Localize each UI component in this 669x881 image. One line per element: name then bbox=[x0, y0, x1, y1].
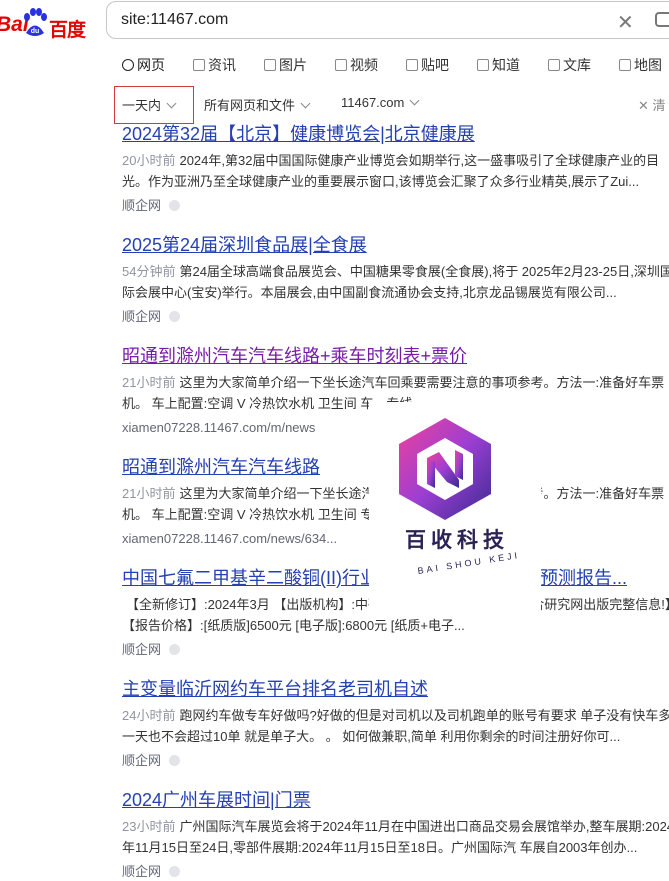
watermark: 百收科技 BAI SHOU KEJI bbox=[369, 402, 541, 612]
result-time: 21小时前 bbox=[122, 486, 176, 501]
clear-filters-button[interactable]: ✕ 清 bbox=[638, 95, 666, 114]
question-icon bbox=[477, 59, 489, 71]
search-result: 2024第32届【北京】健康博览会|北京健康展 20小时前 2024年,第32届中… bbox=[122, 123, 669, 215]
type-filter-dropdown[interactable]: 所有网页和文件 bbox=[204, 95, 311, 114]
search-input[interactable]: site:11467.com bbox=[121, 11, 228, 29]
result-time: 23小时前 bbox=[122, 819, 176, 834]
paw-icon: du bbox=[24, 8, 47, 36]
result-time: 20小时前 bbox=[122, 153, 176, 168]
result-abstract: 24小时前 跑网约车做专车好做吗?好做的但是对司机以及司机跑单的账号有要求 单子没… bbox=[122, 708, 669, 744]
baidu-logo[interactable]: Bai du 百度 bbox=[0, 4, 92, 41]
result-source[interactable]: 顺企网 bbox=[122, 641, 669, 659]
image-icon bbox=[264, 59, 276, 71]
search-result: 主变量临沂网约车平台排名老司机自述 24小时前 跑网约车做专车好做吗?好做的但是对… bbox=[122, 678, 669, 770]
tab-web[interactable]: 网页 bbox=[122, 55, 165, 75]
source-info-icon[interactable] bbox=[169, 200, 181, 211]
result-title-link[interactable]: 昭通到滁州汽车汽车线路+乘车时刻表+票价 bbox=[122, 345, 669, 367]
tieba-icon bbox=[406, 59, 418, 71]
result-source[interactable]: 顺企网 bbox=[122, 308, 669, 326]
result-time: 21小时前 bbox=[122, 375, 176, 390]
result-abstract: 20小时前 2024年,第32届中国国际健康产业博览会如期举行,这一盛事吸引了全球… bbox=[122, 153, 660, 189]
close-icon: ✕ bbox=[638, 98, 653, 113]
result-source[interactable]: 顺企网 bbox=[122, 197, 669, 215]
source-info-icon[interactable] bbox=[169, 644, 181, 655]
tab-map[interactable]: 地图 bbox=[619, 55, 662, 75]
result-source[interactable]: 顺企网 bbox=[122, 752, 669, 770]
source-info-icon[interactable] bbox=[169, 311, 181, 322]
search-result: 2025第24届深圳食品展|全食展 54分钟前 第24届全球高端食品展览会、中国糖… bbox=[122, 234, 669, 326]
chevron-down-icon bbox=[409, 95, 420, 106]
chevron-down-icon bbox=[300, 98, 311, 109]
map-icon bbox=[619, 59, 631, 71]
result-title-link[interactable]: 主变量临沂网约车平台排名老司机自述 bbox=[122, 678, 669, 700]
result-time: 24小时前 bbox=[122, 708, 176, 723]
source-info-icon[interactable] bbox=[169, 866, 181, 877]
search-result: 2024广州车展时间|门票 23小时前 广州国际汽车展览会将于2024年11月在中… bbox=[122, 789, 669, 881]
svg-text:du: du bbox=[31, 28, 40, 35]
result-time: 54分钟前 bbox=[122, 264, 176, 279]
watermark-name: 百收科技 bbox=[405, 529, 509, 552]
source-info-icon[interactable] bbox=[169, 755, 181, 766]
tab-video[interactable]: 视频 bbox=[335, 55, 378, 75]
filter-bar: 一天内 所有网页和文件 11467.com bbox=[0, 95, 669, 115]
result-abstract: 23小时前 广州国际汽车展览会将于2024年11月在中国进出口商品交易会展馆举办,… bbox=[122, 819, 669, 855]
tab-zhidao[interactable]: 知道 bbox=[477, 55, 520, 75]
result-title-link[interactable]: 2025第24届深圳食品展|全食展 bbox=[122, 234, 669, 256]
result-abstract: 54分钟前 第24届全球高端食品展览会、中国糖果零食展(全食展),将于 2025年… bbox=[122, 264, 669, 300]
time-filter-dropdown[interactable]: 一天内 bbox=[122, 95, 177, 114]
chevron-down-icon bbox=[166, 98, 177, 109]
result-source[interactable]: 顺企网 bbox=[122, 863, 669, 881]
tab-tieba[interactable]: 贴吧 bbox=[406, 55, 449, 75]
search-tabs: 网页 资讯 图片 视频 贴吧 知道 文库 地图 bbox=[0, 55, 669, 75]
logo-text-baidu: 百度 bbox=[49, 20, 86, 41]
site-filter-dropdown[interactable]: 11467.com bbox=[341, 95, 420, 110]
result-title-link[interactable]: 2024广州车展时间|门票 bbox=[122, 789, 669, 811]
search-box[interactable]: site:11467.com ✕ bbox=[106, 1, 669, 39]
search-icon bbox=[122, 59, 134, 71]
tab-wenku[interactable]: 文库 bbox=[548, 55, 591, 75]
result-title-link[interactable]: 2024第32届【北京】健康博览会|北京健康展 bbox=[122, 123, 669, 145]
tab-news[interactable]: 资讯 bbox=[193, 55, 236, 75]
tab-images[interactable]: 图片 bbox=[264, 55, 307, 75]
clear-search-icon[interactable]: ✕ bbox=[617, 10, 634, 35]
news-icon bbox=[193, 59, 205, 71]
video-icon bbox=[335, 59, 347, 71]
document-icon bbox=[548, 59, 560, 71]
camera-icon[interactable] bbox=[655, 12, 669, 27]
watermark-logo-icon bbox=[399, 418, 491, 520]
